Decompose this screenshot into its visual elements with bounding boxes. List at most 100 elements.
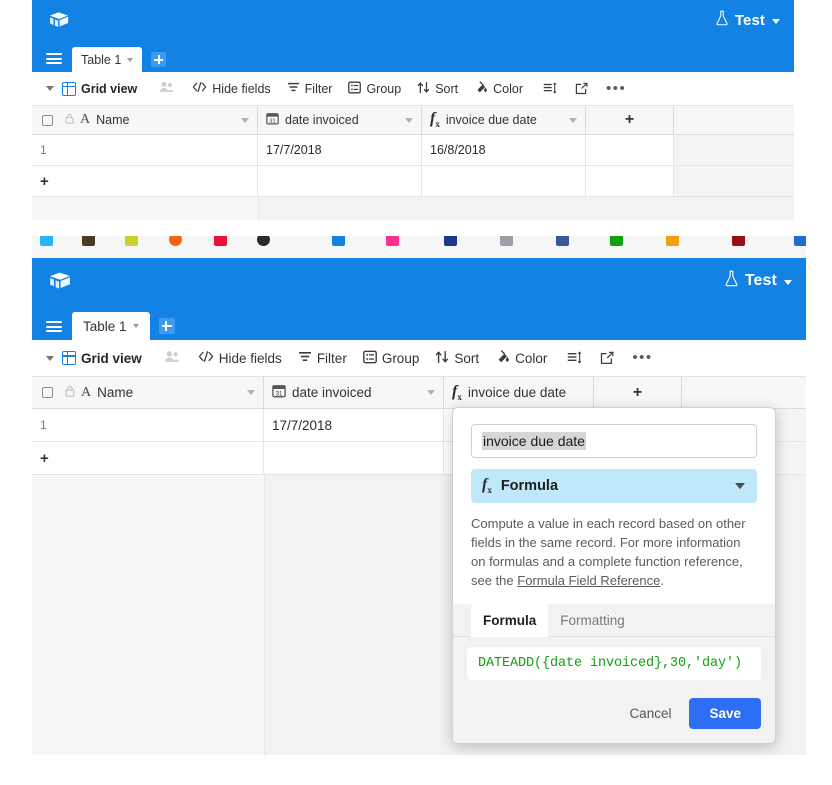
sort-button[interactable]: Sort [417, 81, 458, 97]
chevron-down-icon[interactable] [247, 390, 255, 395]
bookmark-favicon[interactable] [257, 236, 270, 246]
filter-button[interactable]: Filter [287, 81, 332, 96]
column-header-invoice-due-date[interactable]: fx invoice due date [422, 106, 586, 134]
collaborators-icon[interactable] [159, 81, 174, 96]
color-button[interactable]: Color [495, 349, 547, 367]
bookmark-favicon[interactable] [332, 236, 345, 246]
field-type-label: Formula [500, 478, 559, 494]
table-tab[interactable]: Table 1 [72, 312, 150, 340]
chevron-down-icon[interactable] [132, 324, 139, 328]
field-type-select[interactable]: fx Formula [471, 469, 757, 503]
group-button[interactable]: Group [362, 350, 419, 367]
browser-bookmarks-bar[interactable] [32, 236, 806, 259]
group-icon [348, 81, 362, 97]
bookmark-favicon[interactable] [444, 236, 457, 246]
bookmark-favicon[interactable] [82, 236, 95, 246]
grid-view-selector[interactable]: Grid view [62, 81, 137, 96]
cell-add-field-area [586, 135, 674, 165]
bookmark-favicon[interactable] [610, 236, 623, 246]
color-button[interactable]: Color [474, 80, 523, 97]
bookmark-favicon[interactable] [40, 236, 53, 246]
chevron-down-icon[interactable] [784, 279, 792, 285]
column-header-name[interactable]: A Name [32, 106, 258, 134]
hide-fields-button[interactable]: Hide fields [198, 350, 282, 366]
table-row[interactable]: 1 17/7/2018 16/8/2018 [32, 135, 794, 166]
cell-name[interactable]: 1 [32, 135, 258, 165]
share-view-icon[interactable] [600, 351, 614, 365]
more-options-icon[interactable]: ••• [606, 81, 626, 96]
add-field-button[interactable]: + [594, 377, 682, 408]
bookmark-favicon[interactable] [666, 236, 679, 246]
bookmark-favicon[interactable] [125, 236, 138, 246]
add-table-button[interactable] [151, 52, 167, 67]
table-tab[interactable]: Table 1 [72, 47, 143, 72]
column-header-invoice-due-date[interactable]: fx invoice due date [444, 377, 594, 408]
bookmark-favicon[interactable] [556, 236, 569, 246]
collaborators-icon[interactable] [164, 350, 180, 366]
tab-formula[interactable]: Formula [471, 604, 549, 637]
add-table-button[interactable] [158, 318, 175, 334]
base-name[interactable]: Test [715, 10, 780, 30]
flask-icon [724, 270, 739, 292]
chevron-down-icon[interactable] [241, 117, 249, 123]
add-row[interactable]: + [32, 166, 794, 197]
add-row-button[interactable]: + [32, 442, 264, 474]
chevron-down-icon[interactable] [735, 483, 745, 489]
column-header-date-invoiced[interactable]: 31 date invoiced [264, 377, 444, 408]
add-row-button[interactable]: + [32, 166, 258, 196]
group-button[interactable]: Group [348, 81, 401, 97]
bookmark-favicon[interactable] [732, 236, 745, 246]
cell-invoice-due-date[interactable]: 16/8/2018 [422, 135, 586, 165]
chevron-down-icon[interactable] [427, 390, 435, 395]
table-tab-label: Table 1 [83, 318, 127, 334]
airtable-cube-icon[interactable] [48, 270, 70, 292]
chevron-down-icon[interactable] [46, 355, 54, 361]
hide-fields-button[interactable]: Hide fields [192, 81, 271, 96]
cell-date-invoiced[interactable]: 17/7/2018 [264, 409, 444, 441]
chevron-down-icon[interactable] [772, 18, 780, 24]
bookmark-favicon[interactable] [169, 236, 182, 246]
save-button[interactable]: Save [689, 698, 761, 729]
grid-header-row: A Name 31 date invoiced fx invoice due d… [32, 377, 806, 409]
chevron-down-icon[interactable] [569, 117, 577, 123]
table-tab-label: Table 1 [81, 52, 122, 67]
cell-date-invoiced[interactable]: 17/7/2018 [258, 135, 422, 165]
base-name[interactable]: Test [724, 270, 792, 292]
share-view-icon[interactable] [575, 82, 588, 95]
add-row-filler [674, 166, 794, 196]
tab-formatting[interactable]: Formatting [548, 604, 637, 636]
bookmark-favicon[interactable] [214, 236, 227, 246]
chevron-down-icon[interactable] [46, 86, 54, 91]
more-options-icon[interactable]: ••• [632, 350, 652, 365]
row-height-icon[interactable] [567, 351, 582, 365]
sort-button[interactable]: Sort [435, 350, 479, 367]
bookmark-favicon[interactable] [386, 236, 399, 246]
row-height-icon[interactable] [543, 82, 557, 95]
chevron-down-icon[interactable] [405, 117, 413, 123]
filter-button[interactable]: Filter [298, 350, 347, 366]
column-header-name[interactable]: A Name [32, 377, 264, 408]
bookmark-favicon[interactable] [794, 236, 806, 246]
hamburger-menu-icon[interactable] [46, 53, 62, 64]
cell-name[interactable]: 1 [32, 409, 264, 441]
top-blue-bar: Test [32, 0, 794, 41]
plus-icon: + [40, 172, 49, 190]
checkbox-icon[interactable] [42, 114, 53, 126]
add-field-button[interactable]: + [586, 106, 674, 134]
cancel-button[interactable]: Cancel [625, 700, 675, 727]
field-name-input[interactable] [471, 424, 757, 458]
hide-fields-icon [198, 350, 214, 366]
formula-field-reference-link[interactable]: Formula Field Reference [517, 573, 660, 588]
hamburger-menu-icon[interactable] [46, 321, 62, 332]
formula-input[interactable]: DATEADD({date invoiced},30,'day') [467, 647, 761, 680]
sort-label: Sort [454, 350, 480, 366]
date-field-icon: 31 [272, 384, 286, 401]
field-name-wrap: invoice due date [471, 424, 757, 458]
checkbox-icon[interactable] [42, 387, 53, 398]
grid-view-selector[interactable]: Grid view [62, 351, 142, 366]
airtable-cube-icon[interactable] [48, 10, 70, 32]
sort-icon [435, 350, 449, 367]
chevron-down-icon[interactable] [127, 57, 134, 62]
column-header-date-invoiced[interactable]: 31 date invoiced [258, 106, 422, 134]
bookmark-favicon[interactable] [500, 236, 513, 246]
